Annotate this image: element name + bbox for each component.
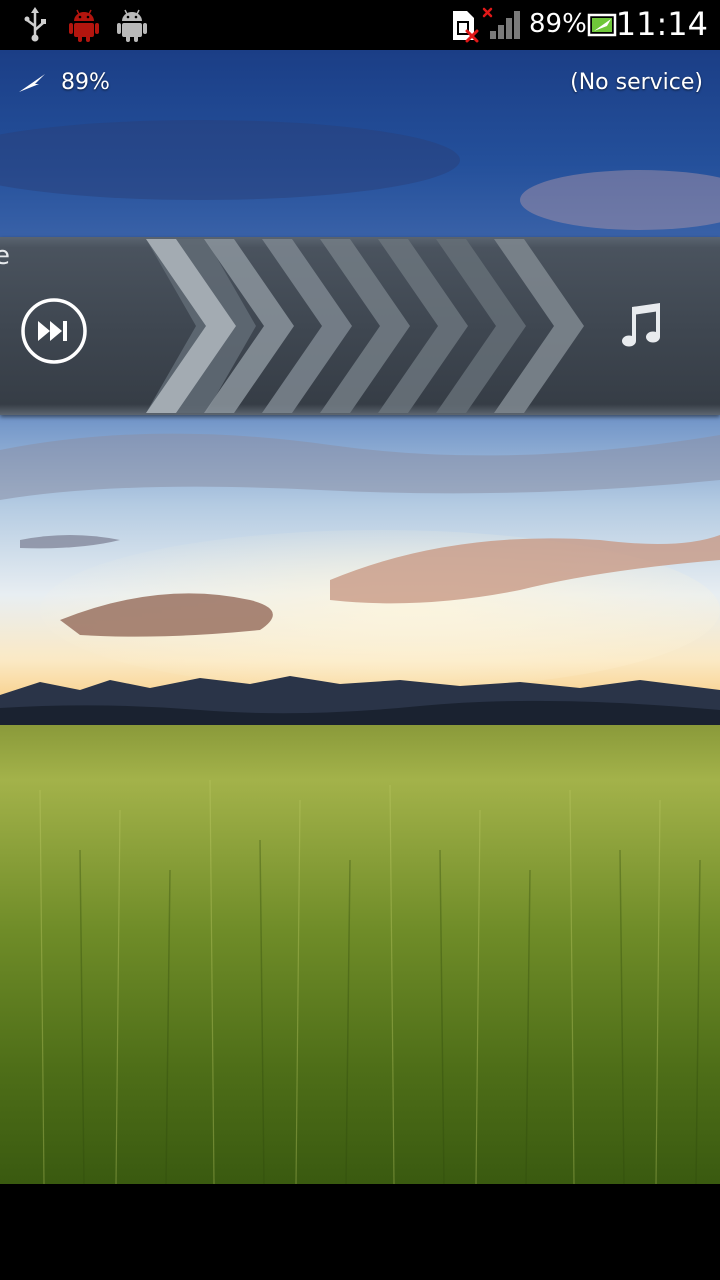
usb-icon (24, 7, 46, 42)
unlock-chevrons (146, 239, 584, 413)
sim-missing-icon (453, 11, 479, 43)
status-bar: 89% 11:14 (0, 0, 720, 50)
status-time: 11:14 (615, 5, 708, 43)
music-player-button[interactable] (618, 301, 670, 353)
lockscreen-info: 89% (No service) (0, 50, 720, 120)
android-debug-icon (69, 9, 99, 42)
next-track-button[interactable] (20, 297, 88, 365)
bottom-black-area (0, 1184, 720, 1280)
lock-screen: 89% 11:14 89% (No service) e (0, 0, 720, 1280)
unlock-slider-bar[interactable]: e (0, 237, 720, 415)
bar-partial-text: e (0, 241, 10, 271)
music-note-icon (622, 303, 660, 347)
network-status: (No service) (570, 70, 703, 95)
charging-bolt-icon (19, 74, 45, 92)
signal-no-service-icon (482, 7, 520, 39)
battery-charging-icon (587, 13, 617, 37)
next-track-icon (38, 321, 50, 341)
android-icon (117, 9, 147, 42)
status-battery-percent: 89% (529, 9, 587, 39)
wallpaper-image (0, 50, 720, 1184)
charging-percent: 89% (61, 70, 110, 95)
